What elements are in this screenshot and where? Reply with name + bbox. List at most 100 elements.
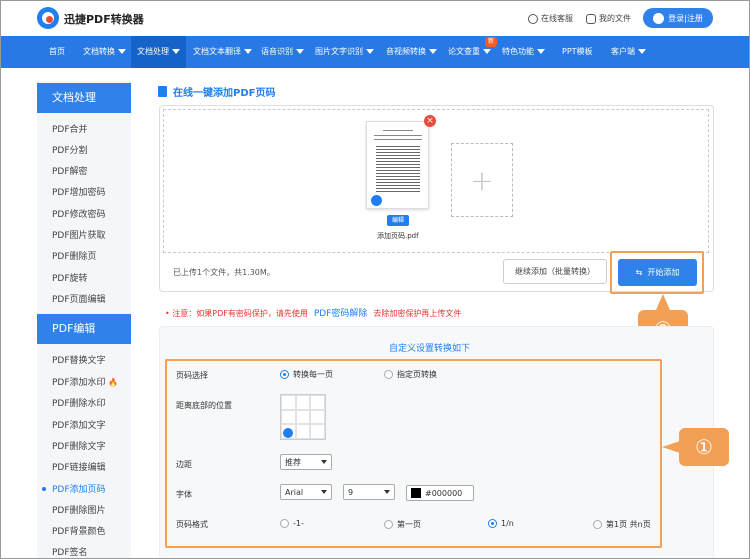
nav-item-ocr[interactable]: 图片文字识别 (311, 36, 378, 68)
sidebar-item[interactable]: PDF合并 (52, 122, 88, 135)
page-select-label: 页码选择 (176, 371, 208, 380)
sidebar-item[interactable]: PDF替换文字 (52, 353, 106, 366)
edit-button[interactable]: 编辑 (387, 215, 409, 226)
sidebar-item[interactable]: PDF分割 (52, 143, 88, 156)
radio-label: 转换每一页 (293, 370, 333, 379)
grid-cell[interactable] (295, 424, 311, 439)
nav-item-doc-convert[interactable]: 文档转换 (75, 36, 134, 68)
nav-item-features[interactable]: 特色功能 (498, 36, 549, 68)
sidebar-section-doc-process[interactable]: 文档处理 (37, 83, 131, 113)
sidebar-section-pdf-edit[interactable]: PDF编辑 (37, 314, 131, 344)
main-nav: 首页 文档转换 文档处理 文档文本翻译 语音识别 图片文字识别 音视频转换 论文… (1, 36, 749, 68)
add-file-tile[interactable]: + (451, 143, 513, 217)
nav-item-av-convert[interactable]: 音视频转换 (382, 36, 441, 68)
top-header: 迅捷PDF转换器 在线客服 我的文件 登录|注册 (1, 1, 749, 36)
close-icon[interactable]: × (424, 115, 436, 127)
my-files-link[interactable]: 我的文件 (586, 13, 631, 24)
radio-every-page[interactable]: 转换每一页 (280, 369, 333, 380)
chevron-down-icon (244, 49, 252, 54)
page-title: 在线一键添加PDF页码 (158, 84, 275, 99)
chevron-down-icon (296, 49, 304, 54)
chevron-down-icon (384, 490, 390, 494)
radio-checked-icon (280, 370, 289, 379)
online-service-label: 在线客服 (541, 14, 573, 23)
radio-format-fraction[interactable]: 1/n (488, 519, 514, 528)
brand-logo-icon[interactable] (37, 7, 59, 29)
sidebar: 文档处理 PDF合并 PDF分割 PDF解密 PDF增加密码 PDF修改密码 P… (37, 81, 131, 558)
chevron-down-icon (172, 49, 180, 54)
font-size-select[interactable]: 9 (343, 484, 395, 500)
settings-title: 自定义设置转换如下 (389, 344, 471, 354)
font-color-picker[interactable]: #000000 (406, 485, 474, 501)
sidebar-item-add-page-number[interactable]: PDF添加页码 (52, 482, 106, 495)
sidebar-item[interactable]: PDF解密 (52, 164, 88, 177)
grid-cell[interactable] (310, 395, 325, 410)
grid-cell[interactable] (281, 409, 296, 425)
chevron-down-icon (118, 49, 126, 54)
sidebar-item[interactable]: PDF修改密码 (52, 207, 106, 220)
select-value: Arial (285, 487, 304, 497)
sidebar-item[interactable]: PDF图片获取 (52, 228, 106, 241)
sidebar-item[interactable]: PDF删除水印 (52, 396, 106, 409)
sidebar-item[interactable]: PDF添加文字 (52, 418, 106, 431)
sidebar-item[interactable]: PDF删除页 (52, 249, 97, 262)
login-register-label: 登录|注册 (668, 13, 703, 23)
radio-format-page-of-total[interactable]: 第1页 共n页 (593, 519, 651, 530)
radio-label: 指定页转换 (397, 370, 437, 379)
page-frame: 迅捷PDF转换器 在线客服 我的文件 登录|注册 首页 文档转换 文档处理 文档… (0, 0, 750, 559)
nav-item-ppt[interactable]: PPT模板 (558, 36, 597, 68)
radio-label: 第一页 (397, 520, 421, 529)
sidebar-item[interactable]: PDF签名 (52, 545, 88, 558)
sidebar-item[interactable]: PDF删除图片 (52, 503, 106, 516)
login-register-button[interactable]: 登录|注册 (643, 8, 713, 28)
grid-cell[interactable] (281, 395, 296, 410)
grid-cell[interactable] (295, 409, 311, 425)
sidebar-item-label: PDF添加水印 (52, 378, 106, 388)
notice-suffix: 去除加密保护再上传文件 (373, 309, 462, 318)
grid-cell[interactable] (310, 409, 325, 425)
font-label: 字体 (176, 490, 192, 499)
nav-item-home[interactable]: 首页 (41, 36, 73, 68)
nav-item-translate[interactable]: 文档文本翻译 (189, 36, 256, 68)
nav-label: 文档处理 (137, 47, 169, 56)
active-indicator-icon (42, 487, 46, 491)
radio-specific-pages[interactable]: 指定页转换 (384, 369, 437, 380)
notice-prefix: • 注意：如果PDF有密码保护，请先使用 (165, 309, 308, 318)
sidebar-item[interactable]: PDF删除文字 (52, 439, 106, 452)
font-family-select[interactable]: Arial (280, 484, 332, 500)
headset-icon (528, 13, 538, 24)
margin-select[interactable]: 推荐 (280, 454, 332, 470)
pdf-unlock-link[interactable]: PDF密码解除 (314, 306, 368, 319)
radio-format-dash[interactable]: -1- (280, 519, 304, 528)
nav-item-speech[interactable]: 语音识别 (257, 36, 308, 68)
chevron-down-icon (366, 49, 374, 54)
text-line (383, 130, 413, 131)
upload-dropzone[interactable] (163, 109, 709, 253)
nav-item-client[interactable]: 客户端 (607, 36, 650, 68)
continue-add-button[interactable]: 继续添加（批量转换） (503, 259, 607, 284)
chevron-down-icon (321, 490, 327, 494)
grid-cell[interactable] (310, 424, 325, 439)
sidebar-item[interactable]: PDF页面编辑 (52, 292, 106, 305)
radio-format-chinese[interactable]: 第一页 (384, 519, 421, 530)
nav-label: 音视频转换 (386, 47, 426, 56)
sidebar-item[interactable]: PDF链接编辑 (52, 460, 106, 473)
sidebar-item[interactable]: PDF旋转 (52, 271, 88, 284)
page-marker-icon (371, 195, 382, 206)
nav-item-doc-process[interactable]: 文档处理 (131, 36, 186, 68)
nav-label: 客户端 (611, 47, 635, 56)
radio-label: 1/n (501, 519, 514, 528)
nav-label: 文档转换 (83, 47, 115, 56)
sidebar-item[interactable]: PDF背景颜色 (52, 524, 106, 537)
color-swatch (411, 488, 421, 498)
nav-label: 图片文字识别 (315, 47, 363, 56)
callout-step-1: ① (679, 428, 729, 466)
grid-cell[interactable] (295, 395, 311, 410)
online-service-link[interactable]: 在线客服 (528, 13, 573, 24)
sidebar-item-watermark[interactable]: PDF添加水印 🔥 (52, 375, 118, 388)
callout-pointer (662, 441, 680, 453)
nav-label: 特色功能 (502, 47, 534, 56)
brand-name[interactable]: 迅捷PDF转换器 (64, 11, 144, 27)
text-line (374, 139, 422, 140)
sidebar-item[interactable]: PDF增加密码 (52, 185, 106, 198)
